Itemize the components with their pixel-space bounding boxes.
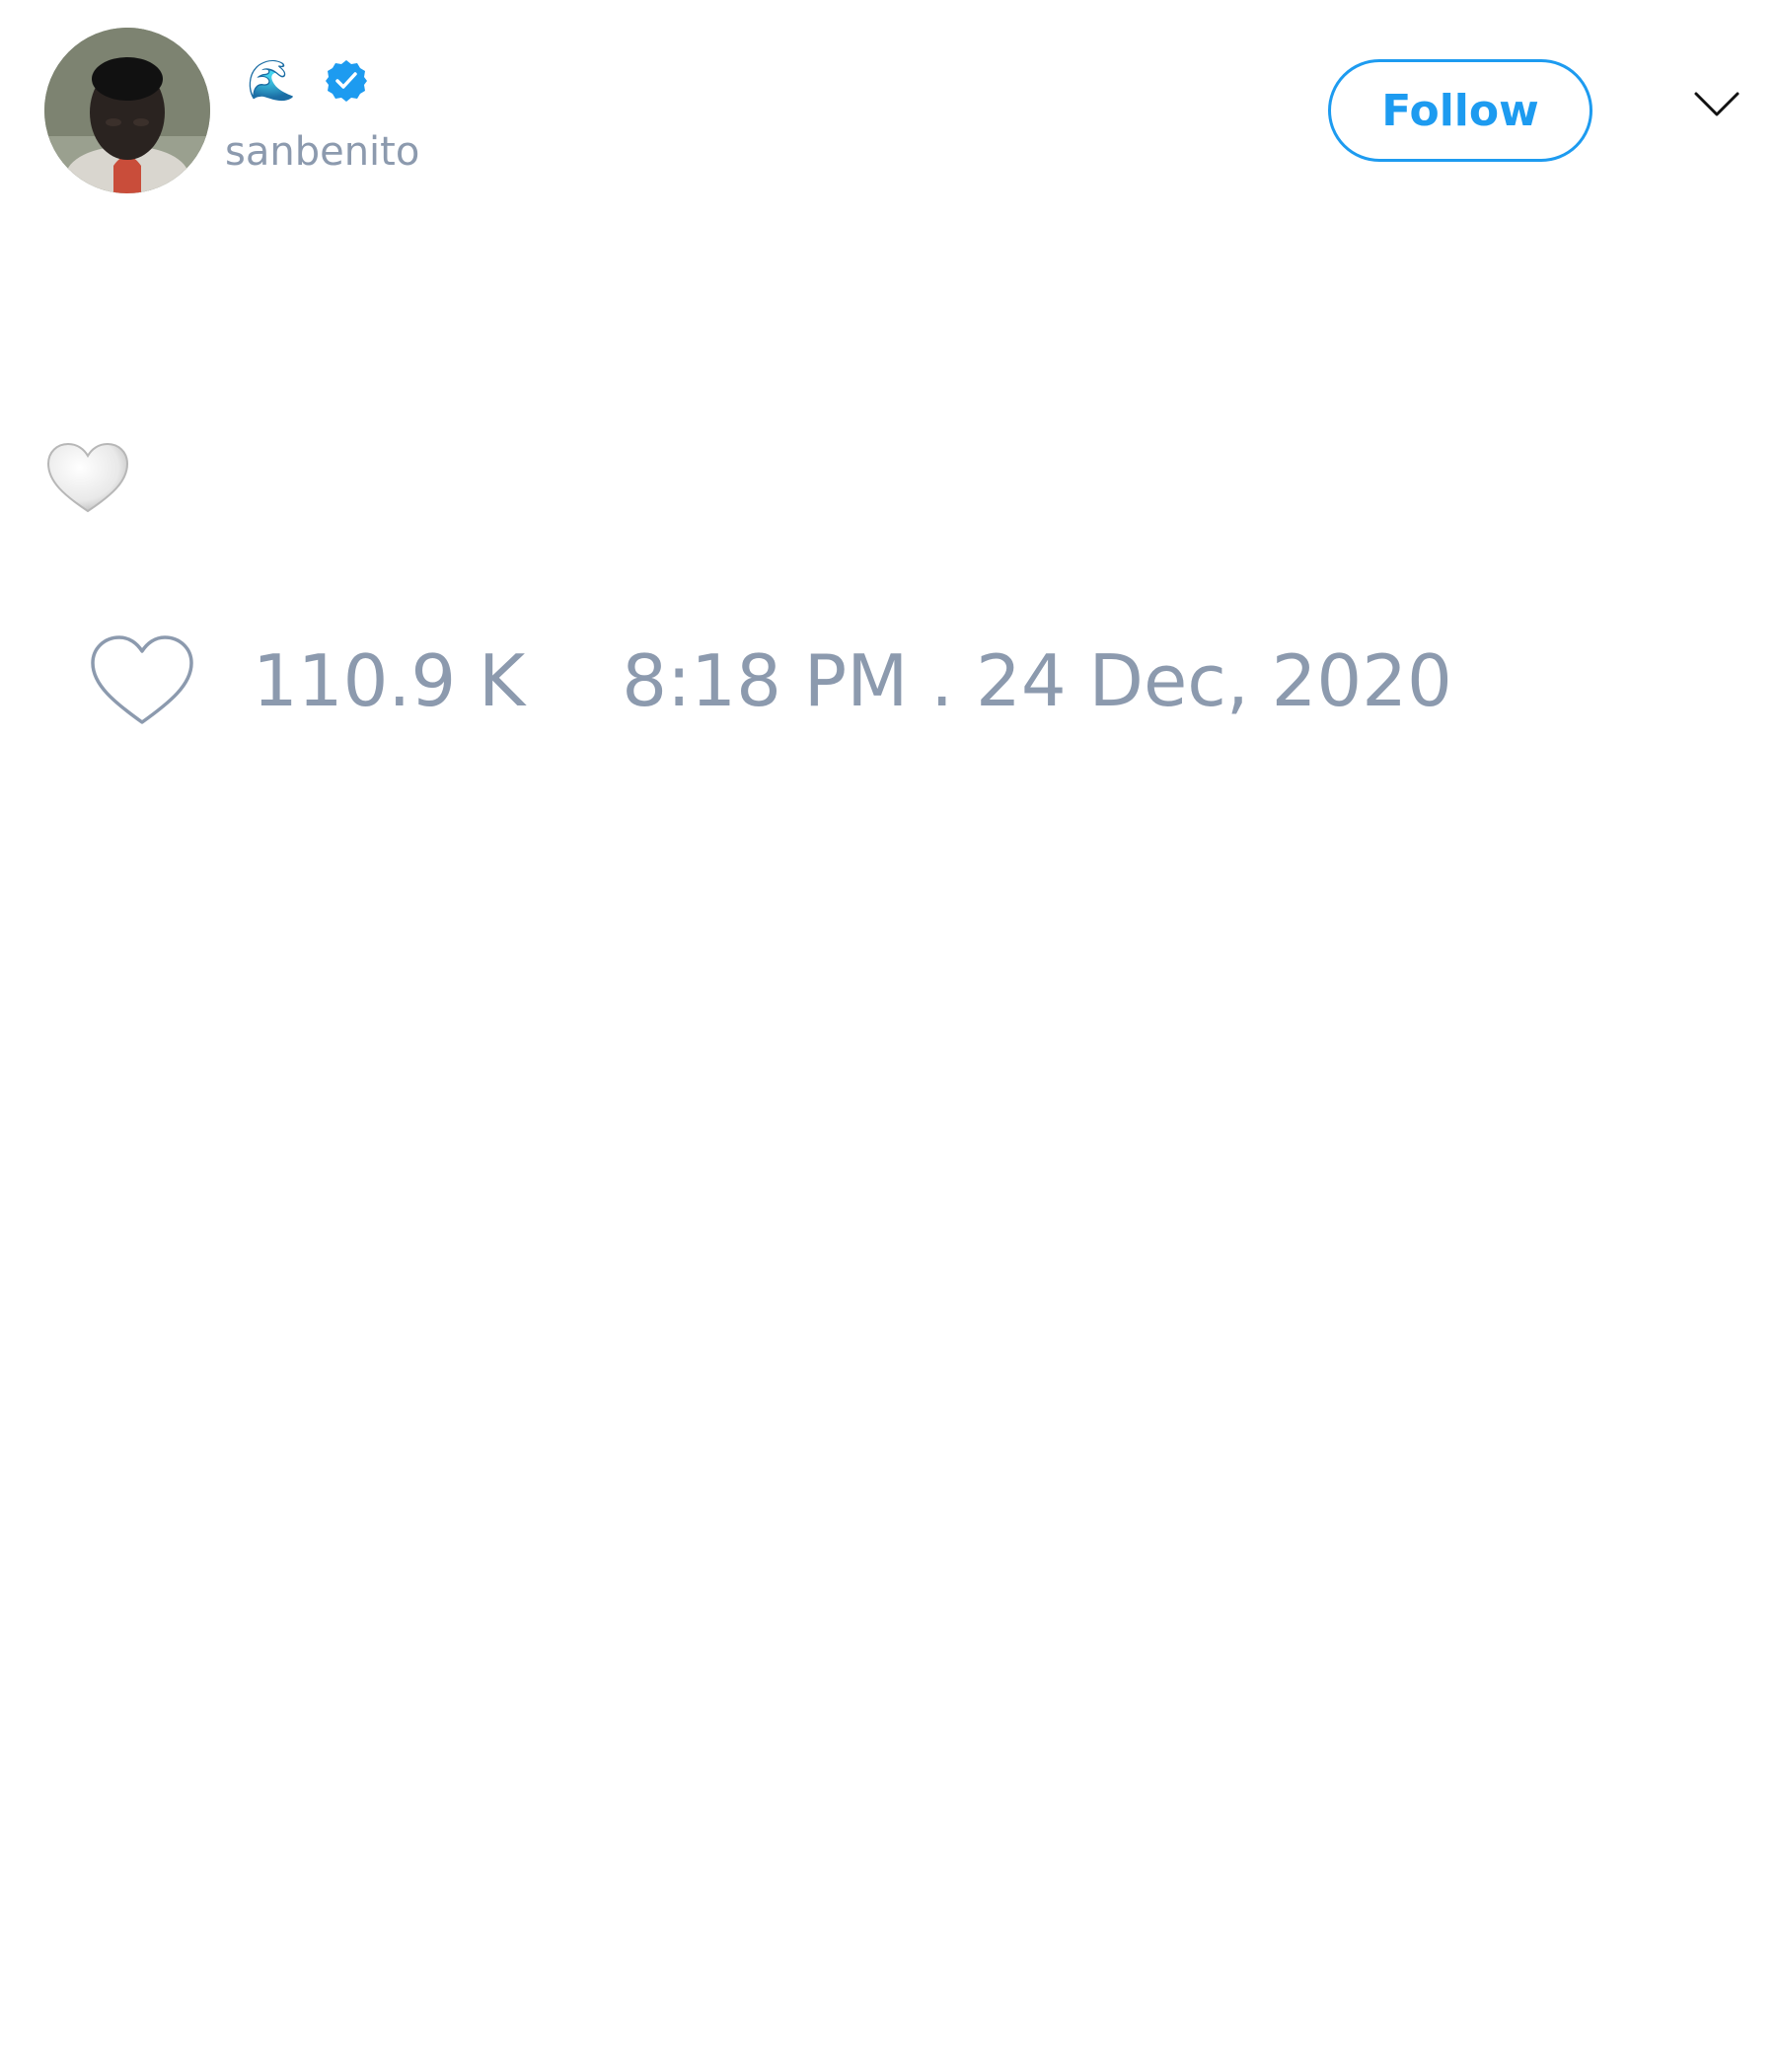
like-count: 110.9 K [253, 639, 526, 722]
chevron-down-icon[interactable] [1693, 91, 1740, 118]
tweet-text [44, 438, 131, 517]
heart-outline-icon[interactable] [89, 633, 195, 728]
wave-emoji-icon: 🌊 [247, 58, 296, 104]
verified-badge-icon [325, 60, 367, 102]
avatar-image [44, 28, 210, 193]
white-heart-emoji-icon [46, 442, 129, 513]
user-handle[interactable]: sanbenito [225, 126, 419, 178]
display-name[interactable]: 🌊 [247, 57, 369, 105]
tweet-stats: 110.9 K 8:18 PM . 24 Dec, 2020 [89, 631, 1452, 730]
tweet-timestamp[interactable]: 8:18 PM . 24 Dec, 2020 [622, 631, 1452, 730]
avatar[interactable] [44, 28, 210, 193]
follow-button[interactable]: Follow [1328, 59, 1592, 162]
